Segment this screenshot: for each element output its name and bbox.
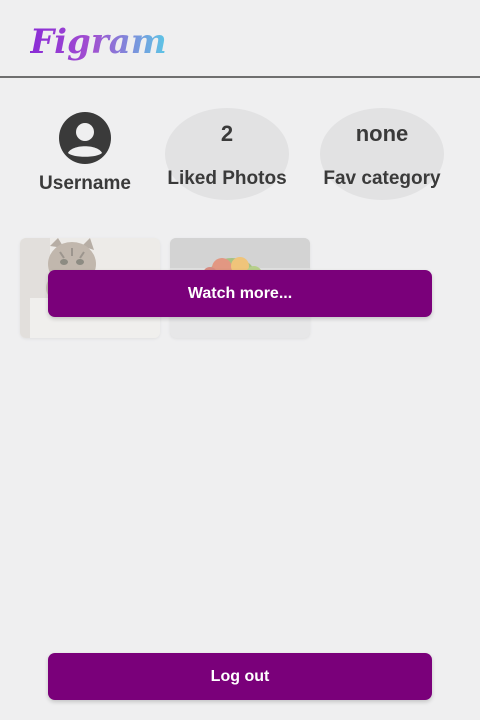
- user-profile: Username: [30, 112, 140, 195]
- app-header: Figram: [0, 0, 480, 78]
- user-circle-icon[interactable]: [59, 112, 111, 164]
- app-logo[interactable]: Figram: [30, 22, 167, 62]
- logout-button[interactable]: Log out: [48, 653, 432, 700]
- fav-category-value: none: [355, 121, 409, 146]
- liked-photos-label: Liked Photos: [167, 168, 287, 189]
- liked-photos-stat: 2 Liked Photos: [165, 108, 289, 200]
- fav-category-stat: none Fav category: [320, 108, 444, 200]
- profile-screen: Figram Username 2 Liked Photos none Fav …: [0, 0, 480, 720]
- watch-more-button[interactable]: Watch more...: [48, 270, 432, 317]
- liked-photos-count: 2: [220, 121, 234, 146]
- fav-category-label: Fav category: [323, 168, 441, 189]
- username-label: Username: [39, 173, 131, 194]
